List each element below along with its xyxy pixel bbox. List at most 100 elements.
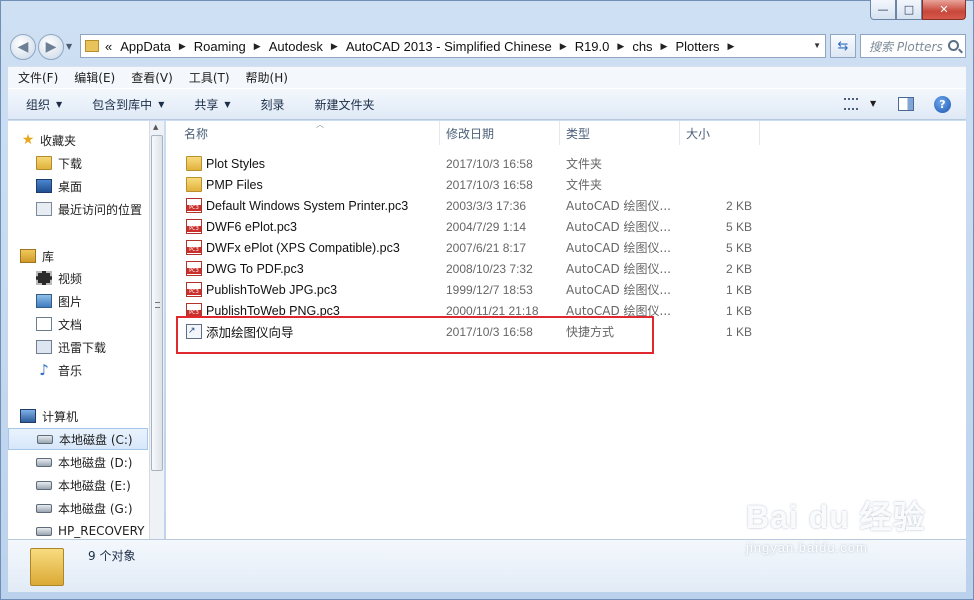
file-row[interactable]: PMP Files 2017/10/3 16:58 文件夹 — [176, 174, 766, 195]
column-header-type[interactable]: 类型 — [560, 121, 680, 145]
new-folder-label: 新建文件夹 — [314, 97, 375, 112]
nav-item-pictures[interactable]: 图片 — [8, 290, 148, 312]
file-type: 文件夹 — [566, 178, 603, 192]
breadcrumb-plotters[interactable]: Plotters — [675, 39, 719, 54]
pc3-file-icon — [186, 261, 202, 276]
address-row: ◀ ▶ ▼ « AppData ▶ Roaming ▶ Autodesk ▶ A… — [8, 32, 966, 60]
breadcrumb-appdata[interactable]: AppData — [120, 39, 171, 54]
share-button[interactable]: 共享 ▼ — [194, 96, 230, 113]
burn-button[interactable]: 刻录 — [261, 96, 285, 113]
breadcrumb-chs[interactable]: chs — [632, 39, 652, 54]
documents-icon — [36, 317, 52, 331]
breadcrumb-separator[interactable]: ▶ — [179, 41, 186, 52]
breadcrumb-separator[interactable]: ▶ — [560, 41, 567, 52]
desktop-icon — [36, 179, 52, 193]
nav-computer[interactable]: 计算机 — [8, 405, 148, 427]
file-row[interactable]: DWFx ePlot (XPS Compatible).pc3 2007/6/2… — [176, 237, 766, 258]
file-row[interactable]: Default Windows System Printer.pc3 2003/… — [176, 195, 766, 216]
include-in-library-button[interactable]: 包含到库中 ▼ — [92, 96, 164, 113]
help-icon[interactable]: ? — [934, 96, 951, 113]
breadcrumb-roaming[interactable]: Roaming — [194, 39, 246, 54]
menu-help[interactable]: 帮助(H) — [246, 69, 288, 86]
menu-view[interactable]: 查看(V) — [131, 69, 173, 86]
nav-item-downloads[interactable]: 下载 — [8, 152, 148, 174]
file-row[interactable]: DWF6 ePlot.pc3 2004/7/29 1:14 AutoCAD 绘图… — [176, 216, 766, 237]
nav-computer-label: 计算机 — [42, 409, 79, 424]
column-header-size[interactable]: 大小 — [680, 121, 760, 145]
recent-pages-dropdown[interactable]: ▼ — [66, 42, 72, 51]
nav-item-recent[interactable]: 最近访问的位置 — [8, 198, 148, 220]
maximize-button[interactable]: □ — [896, 0, 922, 20]
drive-icon — [37, 434, 53, 444]
drive-icon — [36, 526, 52, 536]
scroll-up-icon[interactable]: ▲ — [153, 123, 158, 131]
new-folder-button[interactable]: 新建文件夹 — [315, 96, 375, 113]
nav-libraries[interactable]: 库 — [8, 245, 148, 267]
drive-icon — [36, 457, 52, 467]
close-button[interactable]: ✕ — [922, 0, 966, 20]
nav-drive-e[interactable]: 本地磁盘 (E:) — [8, 474, 148, 496]
column-header-date[interactable]: 修改日期 — [440, 121, 560, 145]
breadcrumb-overflow[interactable]: « — [105, 39, 112, 54]
address-bar[interactable]: « AppData ▶ Roaming ▶ Autodesk ▶ AutoCAD… — [80, 34, 826, 58]
watermark-main: Bai du 经验 — [746, 499, 926, 535]
menu-tools[interactable]: 工具(T) — [189, 69, 230, 86]
pc3-file-icon — [186, 219, 202, 234]
organize-button[interactable]: 组织 ▼ — [26, 96, 62, 113]
chevron-down-icon[interactable]: ▼ — [813, 41, 821, 50]
back-button[interactable]: ◀ — [10, 34, 36, 60]
pictures-icon — [36, 294, 52, 308]
baidu-watermark: Bai du 经验 jingyan.baidu.com — [746, 492, 926, 578]
breadcrumb-separator[interactable]: ▶ — [617, 41, 624, 52]
breadcrumb-autocad[interactable]: AutoCAD 2013 - Simplified Chinese — [346, 39, 552, 54]
breadcrumb-autodesk[interactable]: Autodesk — [269, 39, 323, 54]
menu-edit[interactable]: 编辑(E) — [74, 69, 115, 86]
nav-drive-recovery[interactable]: HP_RECOVERY — [8, 520, 148, 539]
preview-pane-icon[interactable] — [898, 97, 914, 111]
refresh-button[interactable]: ⇆ — [830, 34, 856, 58]
nav-item-desktop[interactable]: 桌面 — [8, 175, 148, 197]
file-size: 1 KB — [725, 282, 752, 297]
breadcrumb-separator[interactable]: ▶ — [661, 41, 668, 52]
nav-favorites[interactable]: ★ 收藏夹 — [8, 129, 148, 151]
nav-item-videos[interactable]: 视频 — [8, 267, 148, 289]
scrollbar-thumb[interactable] — [151, 135, 163, 471]
minimize-button[interactable]: — — [870, 0, 896, 20]
music-icon: ♪ — [39, 361, 49, 379]
menu-file[interactable]: 文件(F) — [18, 69, 58, 86]
breadcrumb-separator[interactable]: ▶ — [254, 41, 261, 52]
folder-icon — [186, 177, 202, 192]
breadcrumb-separator[interactable]: ▶ — [728, 41, 735, 52]
nav-item-label: 本地磁盘 (E:) — [58, 478, 131, 493]
file-type: AutoCAD 绘图仪... — [566, 220, 671, 234]
file-date: 1999/12/7 18:53 — [446, 282, 533, 297]
view-options-icon[interactable] — [844, 98, 858, 110]
breadcrumb-separator[interactable]: ▶ — [331, 41, 338, 52]
search-input[interactable]: 搜索 Plotters — [860, 34, 966, 58]
chevron-down-icon[interactable]: ▼ — [870, 99, 876, 108]
nav-item-music[interactable]: ♪ 音乐 — [8, 359, 148, 381]
file-size: 2 KB — [725, 198, 752, 213]
file-row[interactable]: Plot Styles 2017/10/3 16:58 文件夹 — [176, 153, 766, 174]
file-type: 文件夹 — [566, 157, 603, 171]
file-row[interactable]: PublishToWeb JPG.pc3 1999/12/7 18:53 Aut… — [176, 279, 766, 300]
nav-item-thunder[interactable]: 迅雷下载 — [8, 336, 148, 358]
thunder-download-icon — [36, 340, 52, 354]
navigation-scrollbar[interactable]: ▲ — [149, 121, 164, 539]
forward-button[interactable]: ▶ — [38, 34, 64, 60]
nav-drive-d[interactable]: 本地磁盘 (D:) — [8, 451, 148, 473]
file-date: 2017/10/3 16:58 — [446, 156, 533, 171]
breadcrumb-r19[interactable]: R19.0 — [575, 39, 610, 54]
nav-item-documents[interactable]: 文档 — [8, 313, 148, 335]
nav-item-label: 桌面 — [58, 179, 83, 194]
file-type: AutoCAD 绘图仪... — [566, 283, 671, 297]
nav-drive-c[interactable]: 本地磁盘 (C:) — [8, 428, 148, 450]
column-header-name[interactable]: 名称 ︿ — [178, 120, 440, 145]
file-name: DWF6 ePlot.pc3 — [206, 219, 298, 234]
drive-icon — [36, 480, 52, 490]
file-name: DWG To PDF.pc3 — [206, 261, 304, 276]
search-icon[interactable] — [948, 40, 959, 51]
file-row[interactable]: DWG To PDF.pc3 2008/10/23 7:32 AutoCAD 绘… — [176, 258, 766, 279]
file-date: 2008/10/23 7:32 — [446, 261, 533, 276]
nav-drive-g[interactable]: 本地磁盘 (G:) — [8, 497, 148, 519]
